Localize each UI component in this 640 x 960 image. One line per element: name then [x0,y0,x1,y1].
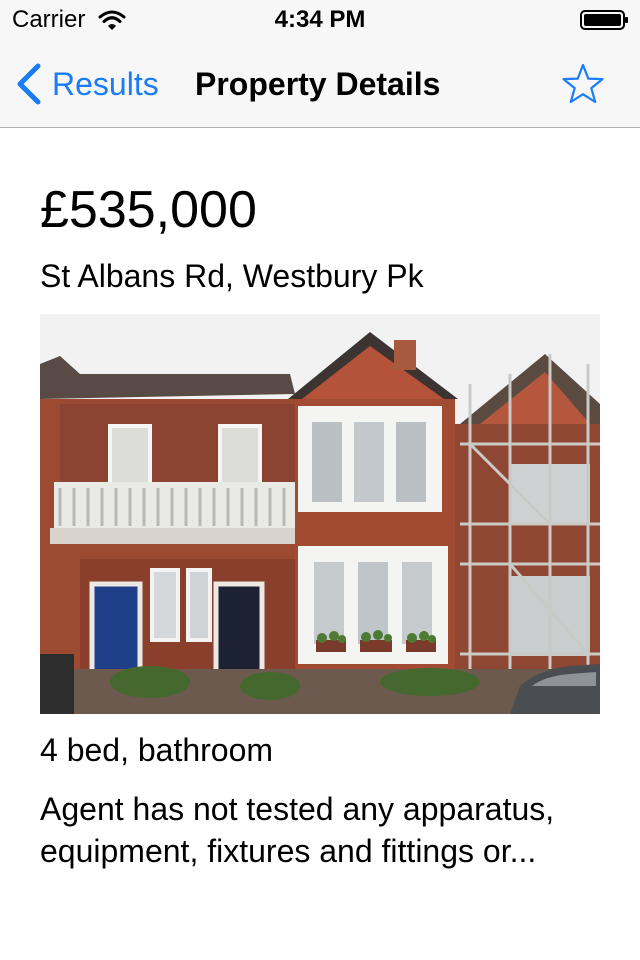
navigation-bar: Results Property Details [0,40,640,128]
property-price: £535,000 [40,181,257,239]
property-summary: Agent has not tested any apparatus, equi… [40,791,555,869]
house-photo-image [40,314,600,714]
property-rooms: 4 bed, bathroom [40,732,274,768]
star-outline-icon[interactable] [560,62,606,106]
property-address: St Albans Rd, Westbury Pk [40,258,424,294]
page-title: Property Details [195,66,441,102]
property-photo [40,314,600,714]
top-chrome: Carrier 4:34 PM Results Property Details [0,0,640,128]
status-time: 4:34 PM [274,6,366,33]
status-bar: Carrier 4:34 PM [0,0,640,40]
back-button[interactable]: Results [14,60,159,108]
back-button-label: Results [52,65,159,102]
battery-icon [580,10,628,30]
chevron-left-icon [17,63,41,105]
